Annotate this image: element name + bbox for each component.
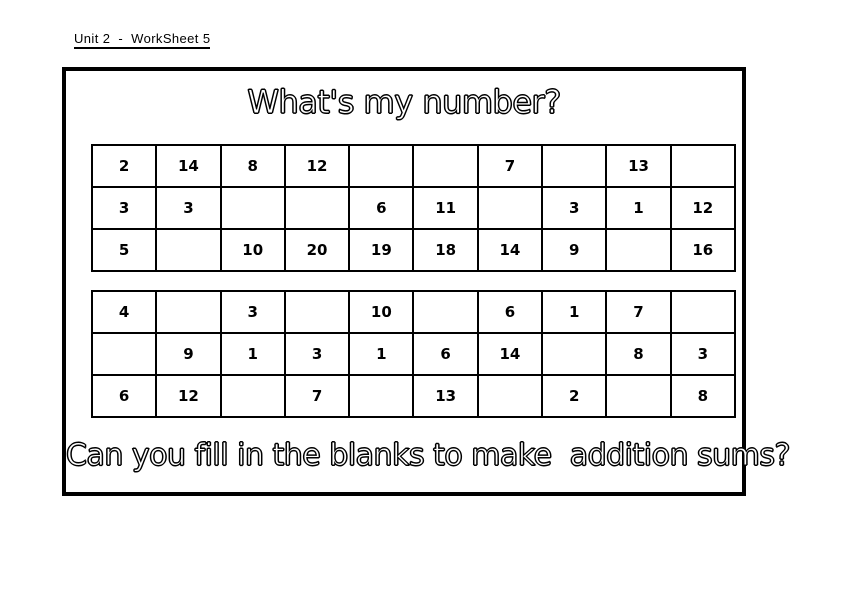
grid-cell[interactable]: 14 (155, 144, 222, 188)
grid-cell[interactable]: 2 (541, 374, 608, 418)
grid-cell[interactable]: 6 (476, 290, 544, 334)
grid-cell[interactable]: 12 (155, 374, 222, 418)
grid-cell[interactable]: 13 (605, 144, 672, 188)
grid-cell[interactable] (90, 332, 158, 376)
grid-cell[interactable]: 1 (541, 290, 608, 334)
grid-cell[interactable]: 8 (219, 144, 286, 188)
grid-cell[interactable]: 10 (219, 228, 286, 272)
grid-cell[interactable] (283, 290, 351, 334)
grid-cell[interactable] (348, 144, 415, 188)
grid-cell[interactable]: 18 (412, 228, 479, 272)
grid-cell[interactable]: 14 (476, 228, 544, 272)
table-row: 6 12 7 13 2 8 (90, 374, 736, 418)
grid-cell[interactable]: 5 (90, 228, 158, 272)
grid-cell[interactable]: 1 (219, 332, 286, 376)
grid-cell[interactable]: 1 (348, 332, 415, 376)
grid-cell[interactable]: 3 (283, 332, 351, 376)
grid-cell[interactable] (155, 228, 222, 272)
grid-cell[interactable] (219, 374, 286, 418)
table-row: 2 14 8 12 7 13 (90, 144, 736, 188)
grid-cell[interactable] (219, 186, 286, 230)
grid-cell[interactable]: 19 (348, 228, 415, 272)
grid-cell[interactable]: 20 (283, 228, 351, 272)
number-grid-1-body: 2 14 8 12 7 13 3 3 6 11 3 1 12 5 10 20 1… (90, 144, 736, 272)
grid-cell[interactable]: 9 (155, 332, 222, 376)
grid-cell[interactable] (669, 144, 736, 188)
grid-cell[interactable] (541, 144, 608, 188)
table-row: 5 10 20 19 18 14 9 16 (90, 228, 736, 272)
grid-cell[interactable] (476, 374, 544, 418)
grid-cell[interactable] (476, 186, 544, 230)
grid-cell[interactable]: 12 (669, 186, 736, 230)
number-grid-2-body: 4 3 10 6 1 7 9 1 3 1 6 14 8 3 6 12 7 13 … (90, 290, 736, 418)
grid-cell[interactable] (283, 186, 351, 230)
grid-cell[interactable] (155, 290, 222, 334)
grid-cell[interactable]: 7 (605, 290, 672, 334)
grid-cell[interactable]: 3 (90, 186, 158, 230)
grid-cell[interactable] (541, 332, 608, 376)
grid-cell[interactable]: 6 (90, 374, 158, 418)
grid-cell[interactable]: 13 (412, 374, 479, 418)
grid-cell[interactable]: 14 (476, 332, 544, 376)
grid-cell[interactable] (412, 144, 479, 188)
grid-cell[interactable]: 8 (605, 332, 672, 376)
grid-cell[interactable]: 3 (219, 290, 286, 334)
grid-cell[interactable] (605, 228, 672, 272)
grid-cell[interactable]: 8 (669, 374, 736, 418)
grid-cell[interactable] (348, 374, 415, 418)
table-row: 4 3 10 6 1 7 (90, 290, 736, 334)
number-grid-1: 2 14 8 12 7 13 3 3 6 11 3 1 12 5 10 20 1… (90, 144, 736, 272)
table-row: 9 1 3 1 6 14 8 3 (90, 332, 736, 376)
grid-cell[interactable]: 11 (412, 186, 479, 230)
grid-cell[interactable]: 3 (541, 186, 608, 230)
worksheet-header: Unit 2 - WorkSheet 5 (74, 31, 211, 49)
worksheet-instruction: Can you fill in the blanks to make addit… (66, 438, 791, 474)
table-row: 3 3 6 11 3 1 12 (90, 186, 736, 230)
grid-cell[interactable] (605, 374, 672, 418)
number-grid-2: 4 3 10 6 1 7 9 1 3 1 6 14 8 3 6 12 7 13 … (90, 290, 736, 418)
grid-cell[interactable]: 7 (476, 144, 544, 188)
grid-cell[interactable] (669, 290, 736, 334)
grid-cell[interactable] (412, 290, 479, 334)
grid-cell[interactable]: 6 (348, 186, 415, 230)
grid-cell[interactable]: 3 (155, 186, 222, 230)
page-title: What's my number? (247, 83, 562, 122)
grid-cell[interactable]: 4 (90, 290, 158, 334)
grid-cell[interactable]: 10 (348, 290, 415, 334)
worksheet-sheet-frame: What's my number? 2 14 8 12 7 13 3 3 6 1… (62, 67, 791, 496)
grid-cell[interactable]: 12 (283, 144, 351, 188)
grid-cell[interactable]: 16 (669, 228, 736, 272)
grid-cell[interactable]: 1 (605, 186, 672, 230)
grid-cell[interactable]: 3 (669, 332, 736, 376)
grid-cell[interactable]: 7 (283, 374, 351, 418)
grid-cell[interactable]: 9 (541, 228, 608, 272)
grid-cell[interactable]: 6 (412, 332, 479, 376)
grid-cell[interactable]: 2 (90, 144, 158, 188)
